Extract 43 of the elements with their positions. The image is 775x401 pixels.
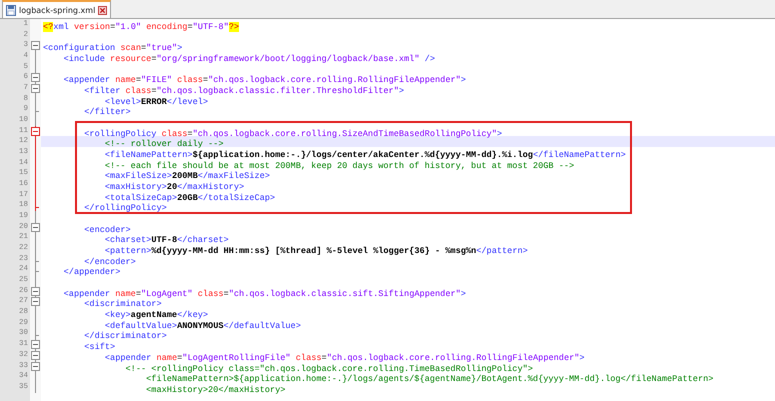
code-line: <totalSizeCap>20GB</totalSizeCap> [104, 192, 276, 203]
collapse-icon[interactable] [31, 73, 40, 82]
code-line: <sift> [83, 342, 116, 352]
collapse-icon[interactable] [31, 350, 40, 360]
code-line: <rollingPolicy class="ch.qos.logback.core.rolling.SizeAndTimeBasedRollingPolicy"> [83, 128, 502, 139]
collapse-icon[interactable] [31, 222, 40, 232]
code-line: </encoder> [83, 256, 136, 267]
code-line: <!-- rollover daily --> [104, 139, 224, 150]
code-line: </filter> [83, 107, 131, 118]
collapse-icon[interactable] [31, 126, 40, 136]
code-line: <fileNamePattern>${application.home:-.}/logs/agents/${agentName}/BotAgent.%d{yyyy-MM-dd}.log</fileNamePattern> [145, 374, 714, 384]
collapse-icon[interactable] [31, 84, 40, 94]
code-line: <maxFileSize>200MB</maxFileSize> [104, 171, 270, 182]
code-line: <include resource="org/springframework/boot/logging/logback/base.xml" /> [62, 54, 435, 64]
code-line: <appender name="LogAgentRollingFile" class="ch.qos.logback.core.rolling.RollingFileAppender"> [104, 352, 585, 363]
code-line: <?xml version="1.0" encoding="UTF-8"?> [43, 22, 240, 32]
close-icon[interactable] [98, 6, 108, 14]
code-line: <configuration scan="true"> [43, 43, 182, 54]
code-line: <appender name="LogAgent" class="ch.qos.logback.classic.sift.SiftingAppender"> [62, 288, 466, 299]
collapse-icon[interactable] [31, 340, 40, 350]
code-line: <discriminator> [83, 299, 162, 310]
code-line: <!-- each file should be at most 200MB, keep 20 days worth of history, but at most 20GB --> [104, 160, 574, 171]
code-line: <key>agentName</key> [104, 310, 208, 320]
file-icon [6, 4, 16, 16]
code-line: <maxHistory>20</maxHistory> [145, 384, 286, 395]
collapse-icon[interactable] [31, 41, 40, 50]
code-line: <pattern>%d{yyyy-MM-dd HH:mm:ss} [%thread] %-5level %logger{36} - %msg%n</pattern> [104, 246, 528, 256]
code-line: <fileNamePattern>${application.home:-.}/logs/center/akaCenter.%d{yyyy-MM-dd}.%i.log</fileNamePattern> [104, 150, 626, 160]
code-line: <level>ERROR</level> [104, 96, 208, 107]
code-line: <maxHistory>20</maxHistory> [104, 182, 244, 192]
file-tab[interactable]: logback-spring.xml [2, 0, 112, 18]
code-line: <charset>UTF-8</charset> [104, 235, 229, 246]
code-line: </discriminator> [83, 331, 167, 342]
code-line: </rollingPolicy> [83, 203, 167, 214]
code-line: <encoder> [83, 224, 131, 235]
code-line: <appender name="FILE" class="ch.qos.logback.core.rolling.RollingFileAppender"> [62, 75, 466, 86]
code-line: <defaultValue>ANONYMOUS</defaultValue> [104, 320, 301, 331]
code-line: <filter class="ch.qos.logback.classic.filter.ThresholdFilter"> [83, 86, 404, 96]
collapse-icon[interactable] [31, 297, 40, 306]
code-line: </appender> [62, 267, 120, 278]
code-line: <!-- <rollingPolicy class="ch.qos.logback.core.rolling.TimeBasedRollingPolicy"> [124, 364, 533, 374]
collapse-icon[interactable] [31, 362, 40, 370]
collapse-icon[interactable] [31, 286, 40, 296]
